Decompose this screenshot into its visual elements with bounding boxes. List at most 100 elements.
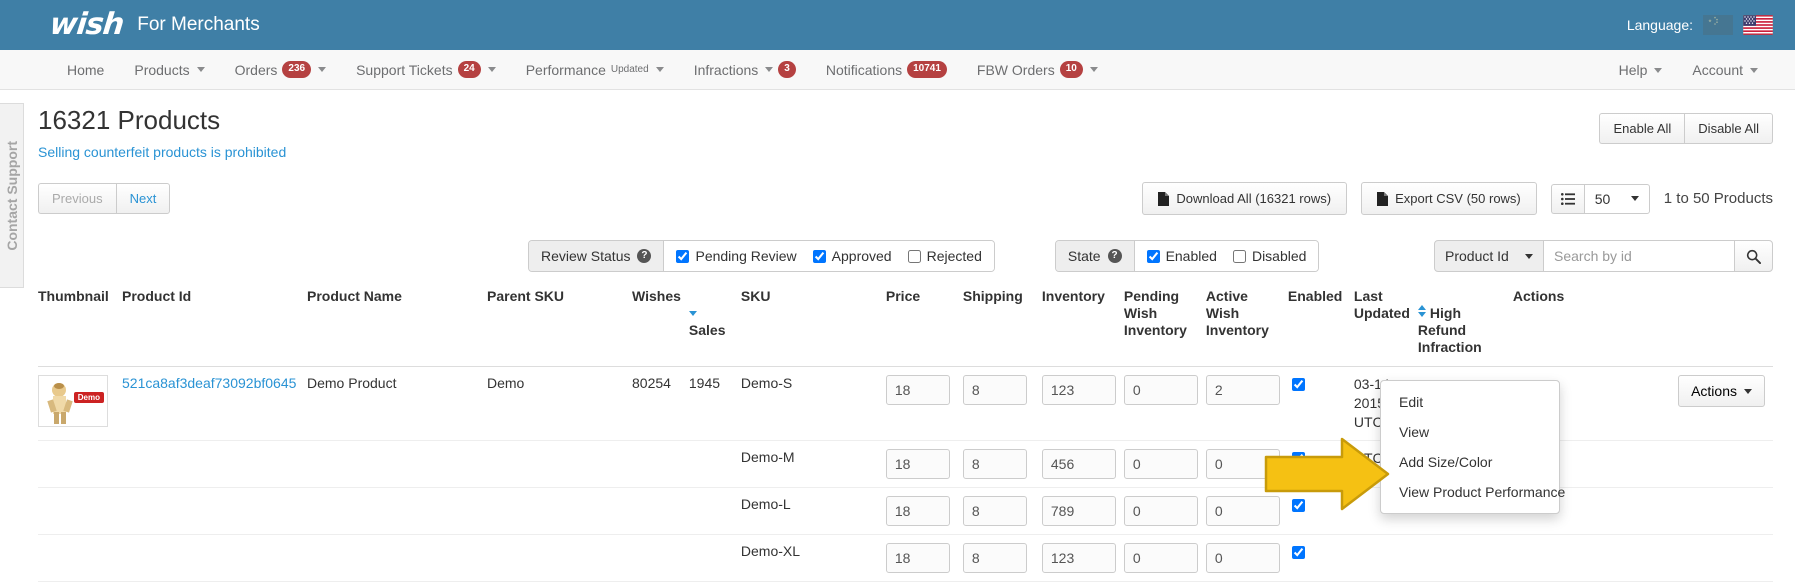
nav-item-fbw-orders[interactable]: FBW Orders 10 [962, 50, 1113, 89]
checkbox-approved[interactable]: Approved [812, 248, 892, 264]
checkbox-disabled-input[interactable] [1232, 249, 1246, 263]
previous-page-button[interactable]: Previous [38, 183, 116, 214]
review-status-label-cell: Review Status ? [529, 241, 665, 271]
col-product-id[interactable]: Product Id [122, 288, 307, 367]
nav-label-fbw-orders: FBW Orders [976, 61, 1055, 78]
shipping-input[interactable] [962, 375, 1027, 405]
shipping-input[interactable] [962, 449, 1027, 479]
inventory-input[interactable] [1041, 496, 1116, 526]
inventory-input[interactable] [1041, 543, 1116, 573]
nav-item-infractions[interactable]: Infractions 3 [679, 50, 811, 89]
inventory-input[interactable] [1041, 375, 1116, 405]
col-thumbnail[interactable]: Thumbnail [38, 288, 122, 367]
shipping-input[interactable] [962, 496, 1027, 526]
nav-item-account[interactable]: Account [1677, 50, 1773, 90]
price-input[interactable] [885, 449, 950, 479]
nav-item-performance[interactable]: Performance Updated [511, 50, 679, 89]
col-pending-wish-inventory[interactable]: Pending Wish Inventory [1123, 288, 1206, 367]
wish-logo[interactable]: wish [48, 7, 125, 42]
col-actions: Actions [1512, 288, 1773, 367]
checkbox-enabled[interactable]: Enabled [1146, 248, 1217, 264]
enabled-checkbox[interactable] [1291, 546, 1305, 559]
page-size-select[interactable]: 50 [1583, 183, 1650, 214]
checkbox-disabled[interactable]: Disabled [1232, 248, 1306, 264]
nav-badge-notifications: 10741 [907, 61, 947, 78]
menu-item-add-size-color[interactable]: Add Size/Color [1381, 447, 1559, 477]
active-wish-inventory-input[interactable] [1205, 543, 1280, 573]
checkbox-enabled-input[interactable] [1146, 249, 1160, 263]
flag-china-icon[interactable] [1703, 15, 1733, 35]
cell-pending-wish-inventory [1123, 366, 1206, 441]
menu-item-edit[interactable]: Edit [1381, 387, 1559, 417]
help-icon[interactable]: ? [1107, 249, 1122, 263]
nav-item-notifications[interactable]: Notifications 10741 [811, 50, 962, 89]
col-sku[interactable]: SKU [740, 288, 886, 367]
col-active-wish-inventory[interactable]: Active Wish Inventory [1205, 288, 1288, 367]
search-button[interactable] [1734, 240, 1773, 272]
nav-item-orders[interactable]: Orders 236 [220, 50, 341, 89]
disable-all-button[interactable]: Disable All [1684, 113, 1773, 144]
search-field-select[interactable]: Product Id [1434, 240, 1544, 272]
nav-badge-orders: 236 [282, 61, 312, 78]
nav-item-help[interactable]: Help [1604, 50, 1678, 90]
pending-wish-inventory-input[interactable] [1123, 543, 1198, 573]
checkbox-pending-review[interactable]: Pending Review [676, 248, 797, 264]
active-wish-inventory-input[interactable] [1205, 375, 1280, 405]
col-product-name[interactable]: Product Name [307, 288, 487, 367]
download-all-button[interactable]: Download All (16321 rows) [1142, 182, 1348, 215]
col-sales[interactable]: Sales [688, 288, 741, 367]
page-size-value: 50 [1594, 190, 1611, 207]
cell-enabled [1287, 487, 1354, 535]
col-high-refund-infraction[interactable]: High Refund Infraction [1417, 288, 1513, 367]
inventory-input[interactable] [1041, 449, 1116, 479]
pending-wish-inventory-input[interactable] [1123, 496, 1198, 526]
cell-empty [487, 440, 632, 488]
checkbox-pending-review-input[interactable] [676, 249, 690, 263]
checkbox-rejected[interactable]: Rejected [907, 248, 982, 264]
checkbox-rejected-input[interactable] [907, 249, 921, 263]
nav-item-products[interactable]: Products [119, 50, 219, 89]
enabled-checkbox[interactable] [1291, 378, 1305, 391]
checkbox-approved-input[interactable] [812, 249, 826, 263]
enable-all-button[interactable]: Enable All [1599, 113, 1685, 144]
active-wish-inventory-input[interactable] [1205, 449, 1280, 479]
enabled-checkbox[interactable] [1291, 452, 1305, 465]
search-input[interactable] [1544, 240, 1734, 272]
col-parent-sku[interactable]: Parent SKU [487, 288, 632, 367]
nav-item-support-tickets[interactable]: Support Tickets 24 [341, 50, 511, 89]
menu-item-view[interactable]: View [1381, 417, 1559, 447]
enabled-checkbox[interactable] [1291, 499, 1305, 512]
pending-wish-inventory-input[interactable] [1123, 375, 1198, 405]
col-last-updated[interactable]: Last Updated [1353, 288, 1418, 367]
counterfeit-notice-link[interactable]: Selling counterfeit products is prohibit… [38, 144, 286, 160]
checkbox-pending-review-label: Pending Review [695, 248, 797, 264]
cell-empty [38, 534, 122, 582]
active-wish-inventory-input[interactable] [1205, 496, 1280, 526]
contact-support-tab[interactable]: Contact Support [0, 103, 24, 288]
export-csv-label: Export CSV (50 rows) [1395, 191, 1521, 206]
flag-usa-icon[interactable] [1743, 15, 1773, 35]
help-icon[interactable]: ? [637, 249, 652, 263]
col-enabled[interactable]: Enabled [1287, 288, 1354, 367]
export-csv-button[interactable]: Export CSV (50 rows) [1361, 182, 1537, 215]
product-thumbnail[interactable]: Demo [38, 375, 108, 427]
shipping-input[interactable] [962, 543, 1027, 573]
nav-item-home[interactable]: Home [52, 50, 119, 89]
next-page-button[interactable]: Next [115, 183, 171, 214]
page-size-selector[interactable]: 50 [1550, 183, 1650, 214]
price-input[interactable] [885, 543, 950, 573]
cell-empty [632, 534, 689, 582]
actions-button[interactable]: Actions [1678, 375, 1765, 407]
cell-thumbnail: Demo [38, 366, 122, 441]
price-input[interactable] [885, 375, 950, 405]
col-shipping[interactable]: Shipping [962, 288, 1042, 367]
cell-shipping [962, 534, 1042, 582]
col-price[interactable]: Price [885, 288, 963, 367]
cell-empty [122, 487, 307, 535]
menu-item-view-product-performance[interactable]: View Product Performance [1381, 477, 1565, 507]
price-input[interactable] [885, 496, 950, 526]
col-wishes[interactable]: Wishes [632, 288, 689, 367]
product-id-link[interactable]: 521ca8af3deaf73092bf0645 [122, 375, 296, 391]
col-inventory[interactable]: Inventory [1041, 288, 1124, 367]
pending-wish-inventory-input[interactable] [1123, 449, 1198, 479]
